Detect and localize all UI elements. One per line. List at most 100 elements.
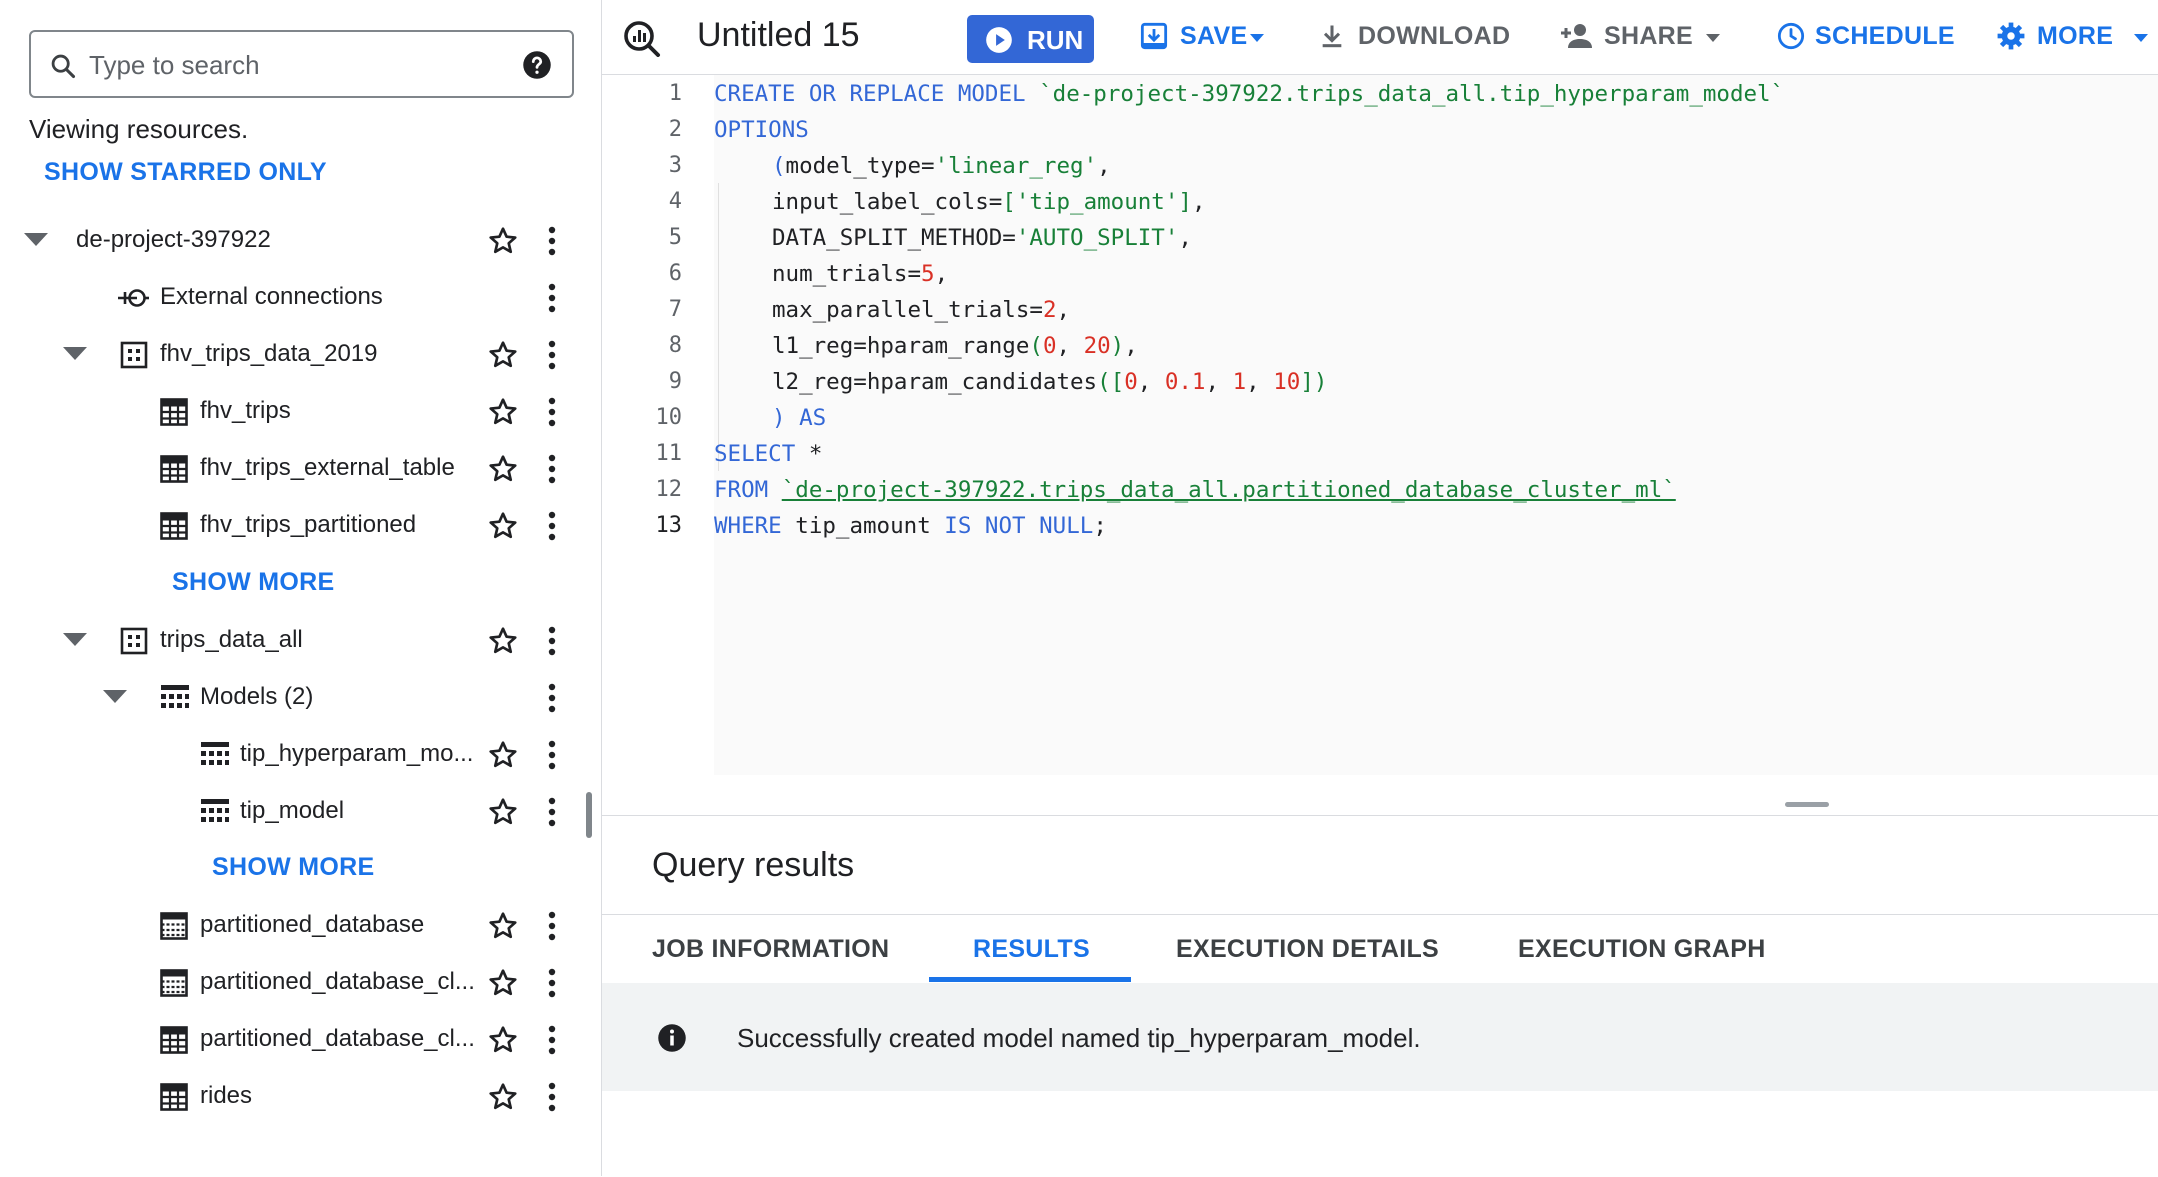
more-button-label: MORE [2037,22,2114,50]
more-button[interactable]: MORE [1997,0,2152,74]
more-options-icon[interactable] [540,1024,564,1056]
schedule-button[interactable]: SCHEDULE [1777,0,1955,74]
code-line: DATA_SPLIT_METHOD='AUTO_SPLIT', [772,225,1192,251]
more-options-icon[interactable] [540,510,564,542]
expand-caret-icon[interactable] [63,347,87,360]
tab-execution-details[interactable]: EXECUTION DETAILS [1176,935,1439,964]
star-icon[interactable] [487,739,519,771]
tree-item-rides[interactable]: rides [0,1069,590,1125]
star-icon[interactable] [487,910,519,942]
show-more-link[interactable]: SHOW MORE [212,853,374,882]
share-person-add-icon [1561,24,1592,48]
code-area[interactable]: CREATE OR REPLACE MODEL `de-project-3979… [714,75,2158,775]
more-options-icon[interactable] [540,682,564,714]
model-icon [201,742,229,765]
tree-item-label: rides [200,1082,253,1109]
download-button[interactable]: DOWNLOAD [1318,0,1518,74]
help-icon[interactable] [522,50,552,80]
star-icon[interactable] [487,967,519,999]
resize-handle[interactable] [1785,802,1829,807]
search-box[interactable] [29,30,574,98]
star-icon[interactable] [487,225,519,257]
download-button-label: DOWNLOAD [1358,22,1511,50]
chevron-down-icon [1706,34,1720,42]
star-icon[interactable] [487,396,519,428]
results-tabs: JOB INFORMATION RESULTS EXECUTION DETAIL… [602,914,2158,984]
tab-results[interactable]: RESULTS [973,935,1090,964]
star-icon[interactable] [487,1024,519,1056]
expand-caret-icon[interactable] [103,690,127,703]
tree-item-fhv-trips-data-2019[interactable]: fhv_trips_data_2019 [0,327,590,383]
sql-editor[interactable]: 1 2 3 4 5 6 7 8 9 10 11 12 13 CREATE OR … [602,75,2158,775]
chevron-down-icon [2134,34,2148,42]
save-button[interactable]: SAVE [1140,0,1270,74]
more-options-icon[interactable] [540,739,564,771]
model-icon [161,685,189,708]
more-options-icon[interactable] [540,796,564,828]
line-number: 3 [668,153,682,178]
more-options-icon[interactable] [540,625,564,657]
tree-item-external-connections[interactable]: External connections [0,270,590,326]
code-line: CREATE OR REPLACE MODEL `de-project-3979… [714,81,1785,107]
tree-item-fhv-trips-external-table[interactable]: fhv_trips_external_table [0,441,590,497]
star-icon[interactable] [487,453,519,485]
chevron-down-icon [1250,34,1264,42]
tree-item-tip-model[interactable]: tip_model [0,784,590,840]
line-number: 6 [668,261,682,286]
tree-item-label: fhv_trips_external_table [200,454,455,481]
code-line: l1_reg=hparam_range(0, 20), [772,333,1138,359]
line-number: 13 [655,513,683,538]
more-options-icon[interactable] [540,910,564,942]
tree-item-partitioned-database[interactable]: partitioned_database [0,898,590,954]
tree-item-de-project-397922[interactable]: de-project-397922 [0,213,590,269]
run-button[interactable]: RUN [967,15,1094,63]
line-number: 11 [655,441,683,466]
tab-execution-graph[interactable]: EXECUTION GRAPH [1518,935,1766,964]
tree-item-label: partitioned_database [200,911,425,938]
tree-item-partitioned-database-cluster-ml[interactable]: partitioned_database_cl... [0,1012,590,1068]
partitioned-table-icon [160,969,188,997]
gear-icon [1997,22,2025,50]
explorer-scrollbar[interactable] [586,792,592,838]
tree-item-label: fhv_trips_partitioned [200,511,417,538]
more-options-icon[interactable] [540,225,564,257]
line-number-gutter: 1 2 3 4 5 6 7 8 9 10 11 12 13 [602,75,714,775]
tree-item-fhv-trips-partitioned[interactable]: fhv_trips_partitioned [0,498,590,554]
more-options-icon[interactable] [540,396,564,428]
star-icon[interactable] [487,339,519,371]
query-title[interactable]: Untitled 15 [697,16,860,55]
tree-item-label: tip_model [240,797,345,824]
search-input[interactable] [89,46,509,84]
star-icon[interactable] [487,1081,519,1113]
expand-caret-icon[interactable] [63,633,87,646]
tree-item-models[interactable]: Models (2) [0,670,590,726]
tree-item-partitioned-database-cluster[interactable]: partitioned_database_cl... [0,955,590,1011]
query-results-panel: Query results JOB INFORMATION RESULTS EX… [602,815,2158,1177]
table-reference-link[interactable]: `de-project-397922.trips_data_all.partit… [782,477,1676,503]
table-icon [160,455,188,483]
show-more-link[interactable]: SHOW MORE [172,568,334,597]
star-icon[interactable] [487,625,519,657]
share-button-label: SHARE [1604,22,1694,50]
save-icon [1140,22,1168,50]
code-line: l2_reg=hparam_candidates([0, 0.1, 1, 10]… [772,369,1328,395]
share-button[interactable]: SHARE [1560,0,1720,74]
tab-job-information[interactable]: JOB INFORMATION [652,935,889,964]
code-line: OPTIONS [714,117,809,143]
more-options-icon[interactable] [540,339,564,371]
tree-item-trips-data-all[interactable]: trips_data_all [0,613,590,669]
more-options-icon[interactable] [540,1081,564,1113]
expand-caret-icon[interactable] [24,233,48,246]
show-starred-only-link[interactable]: SHOW STARRED ONLY [44,158,327,187]
tree-item-tip-hyperparam-model[interactable]: tip_hyperparam_mo... [0,727,590,783]
line-number: 9 [668,369,682,394]
more-options-icon[interactable] [540,453,564,485]
table-icon [160,398,188,426]
tree-item-fhv-trips[interactable]: fhv_trips [0,384,590,440]
play-icon [986,27,1012,53]
star-icon[interactable] [487,796,519,828]
line-number: 5 [668,225,682,250]
more-options-icon[interactable] [540,967,564,999]
more-options-icon[interactable] [540,282,564,314]
star-icon[interactable] [487,510,519,542]
